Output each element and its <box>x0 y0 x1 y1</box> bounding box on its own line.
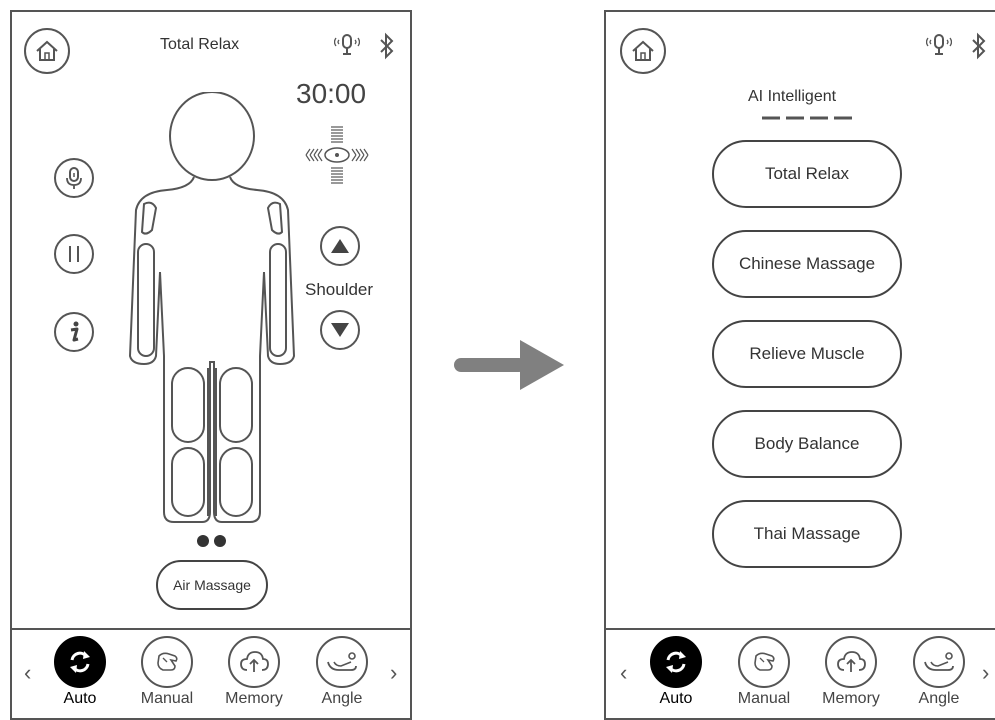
nav-divider <box>606 628 995 630</box>
program-thai-massage-button[interactable]: Thai Massage <box>712 500 902 568</box>
nav-label-memory: Memory <box>822 690 880 707</box>
recline-icon <box>913 636 965 688</box>
pause-button[interactable] <box>54 234 94 274</box>
dash-divider <box>762 115 854 121</box>
info-icon <box>67 321 81 343</box>
microphone-icon[interactable] <box>334 32 360 58</box>
home-icon <box>630 38 656 64</box>
nav-label-auto: Auto <box>63 690 97 707</box>
triangle-down-icon <box>330 321 350 339</box>
nav-item-memory[interactable]: Memory <box>811 636 891 708</box>
program-relieve-muscle-button[interactable]: Relieve Muscle <box>712 320 902 388</box>
page-indicator-dots <box>196 534 230 548</box>
section-title: AI Intelligent <box>748 88 837 105</box>
nav-prev-button[interactable]: ‹ <box>24 660 31 686</box>
pause-icon <box>66 244 82 264</box>
cloud-upload-icon <box>825 636 877 688</box>
nav-item-angle[interactable]: Angle <box>302 636 382 708</box>
nav-divider <box>12 628 410 630</box>
microphone-icon <box>63 166 85 190</box>
auto-sync-icon <box>54 636 106 688</box>
position-up-button[interactable] <box>320 226 360 266</box>
nav-item-auto[interactable]: Auto <box>636 636 716 708</box>
nav-item-memory[interactable]: Memory <box>214 636 294 708</box>
nav-label-auto: Auto <box>659 690 693 707</box>
air-massage-button[interactable]: Air Massage <box>156 560 268 610</box>
intensity-cross-icon[interactable] <box>302 124 372 186</box>
bluetooth-icon[interactable] <box>968 32 990 60</box>
hand-icon <box>141 636 193 688</box>
home-button[interactable] <box>24 28 70 74</box>
body-position-label: Shoulder <box>305 280 374 299</box>
nav-item-manual[interactable]: Manual <box>127 636 207 708</box>
nav-label-angle: Angle <box>321 690 363 707</box>
hand-icon <box>738 636 790 688</box>
body-figure[interactable] <box>122 92 302 532</box>
nav-label-manual: Manual <box>140 690 194 707</box>
voice-button[interactable] <box>54 158 94 198</box>
right-screen: AI Intelligent Total Relax Chinese Massa… <box>604 10 995 720</box>
nav-label-angle: Angle <box>918 690 960 707</box>
home-icon <box>34 38 60 64</box>
cloud-upload-icon <box>228 636 280 688</box>
nav-prev-button[interactable]: ‹ <box>620 660 627 686</box>
program-total-relax-button[interactable]: Total Relax <box>712 140 902 208</box>
triangle-up-icon <box>330 237 350 255</box>
home-button[interactable] <box>620 28 666 74</box>
nav-next-button[interactable]: › <box>390 660 397 686</box>
nav-next-button[interactable]: › <box>982 660 989 686</box>
left-screen: Total Relax 30:00 Shoulder Air Massage ‹… <box>10 10 412 720</box>
bluetooth-icon[interactable] <box>376 32 398 60</box>
microphone-icon[interactable] <box>926 32 952 58</box>
info-button[interactable] <box>54 312 94 352</box>
nav-item-manual[interactable]: Manual <box>724 636 804 708</box>
position-down-button[interactable] <box>320 310 360 350</box>
nav-item-angle[interactable]: Angle <box>899 636 979 708</box>
recline-icon <box>316 636 368 688</box>
nav-label-memory: Memory <box>225 690 283 707</box>
timer: 30:00 <box>296 78 367 109</box>
program-body-balance-button[interactable]: Body Balance <box>712 410 902 478</box>
nav-label-manual: Manual <box>737 690 791 707</box>
body-figure-drawing <box>128 92 296 523</box>
page-title: Total Relax <box>160 36 240 53</box>
right-arrow-icon <box>454 340 566 390</box>
nav-item-auto[interactable]: Auto <box>40 636 120 708</box>
auto-sync-icon <box>650 636 702 688</box>
program-chinese-massage-button[interactable]: Chinese Massage <box>712 230 902 298</box>
